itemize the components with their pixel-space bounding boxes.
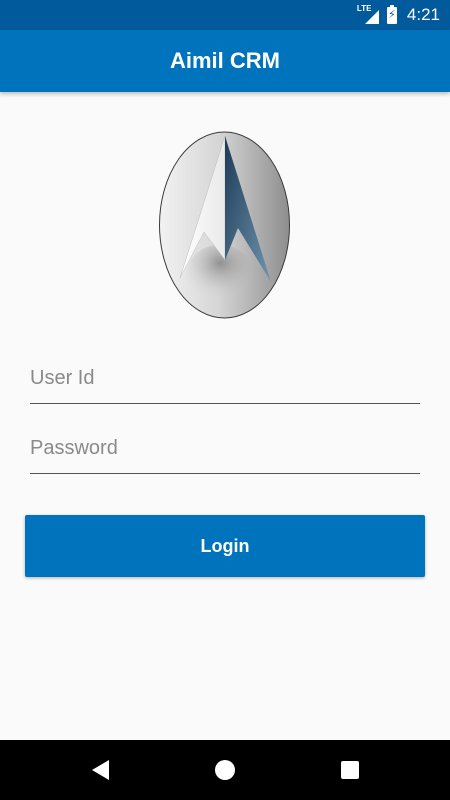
recents-icon bbox=[341, 761, 359, 779]
login-button[interactable]: Login bbox=[25, 515, 425, 577]
back-icon bbox=[91, 760, 109, 780]
user-id-input[interactable] bbox=[30, 360, 420, 403]
signal-strength-icon bbox=[364, 10, 379, 24]
app-bar: Aimil CRM bbox=[0, 30, 450, 92]
password-input[interactable] bbox=[30, 430, 420, 473]
home-icon bbox=[215, 760, 235, 780]
status-time: 4:21 bbox=[406, 5, 440, 24]
user-id-field bbox=[30, 360, 420, 404]
signal-icon: LTE bbox=[357, 4, 379, 25]
aimil-logo bbox=[159, 131, 290, 319]
status-icons: LTE ⚡ 4:21 bbox=[357, 4, 440, 25]
login-screen: LTE ⚡ 4:21 Aimil CRM User Id Login bbox=[0, 0, 450, 800]
status-bar: LTE ⚡ 4:21 bbox=[0, 0, 450, 30]
battery-charging-icon: ⚡ bbox=[386, 4, 397, 24]
home-button[interactable] bbox=[195, 740, 255, 800]
charging-bolt-icon: ⚡ bbox=[388, 8, 396, 21]
password-field bbox=[30, 430, 420, 474]
back-button[interactable] bbox=[70, 740, 130, 800]
app-title: Aimil CRM bbox=[170, 48, 280, 73]
navigation-bar bbox=[0, 740, 450, 800]
recents-button[interactable] bbox=[320, 740, 380, 800]
